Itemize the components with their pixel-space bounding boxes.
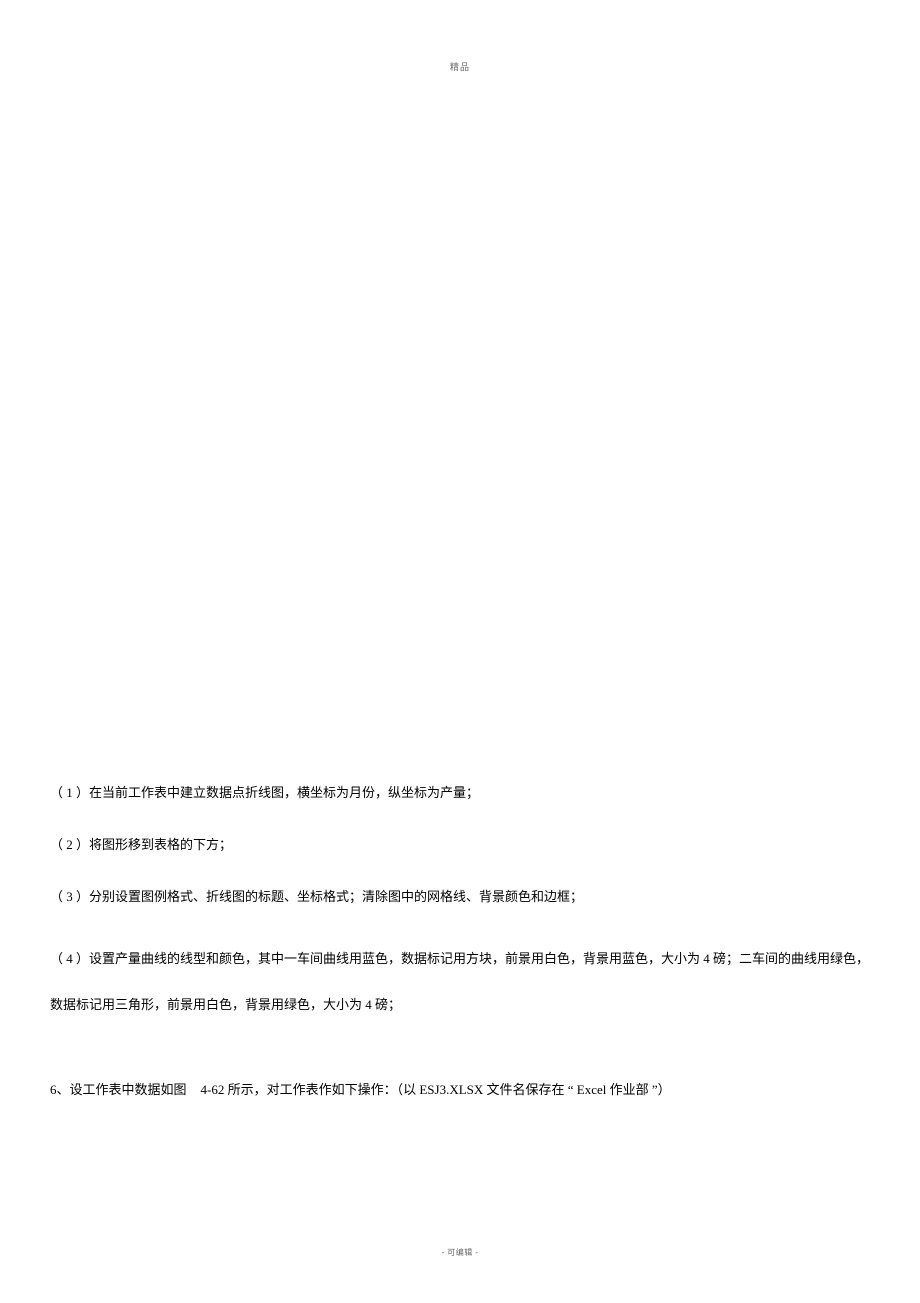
page-header-watermark: 精品 [450,60,470,73]
question-6-part-a: 6、设工作表中数据如图 [50,1082,187,1097]
question-6-part-b: 4-62 所示，对工作表作如下操作：（以 ESJ3.XLSX 文件名保存在 “ … [201,1082,671,1097]
list-item: （ 2 ）将图形移到表格的下方； [50,832,870,858]
list-item: （ 1 ）在当前工作表中建立数据点折线图，横坐标为月份，纵坐标为产量； [50,780,870,806]
spacer [50,1037,870,1077]
list-item: （ 3 ）分别设置图例格式、折线图的标题、坐标格式；清除图中的网格线、背景颜色和… [50,884,870,910]
list-item: （ 4 ）设置产量曲线的线型和颜色，其中一车间曲线用蓝色，数据标记用方块，前景用… [50,936,870,1027]
question-item: 6、设工作表中数据如图 4-62 所示，对工作表作如下操作：（以 ESJ3.XLS… [50,1077,870,1103]
page-footer-note: - 可编辑 - [442,1247,479,1258]
document-body: （ 1 ）在当前工作表中建立数据点折线图，横坐标为月份，纵坐标为产量； （ 2 … [50,780,870,1129]
